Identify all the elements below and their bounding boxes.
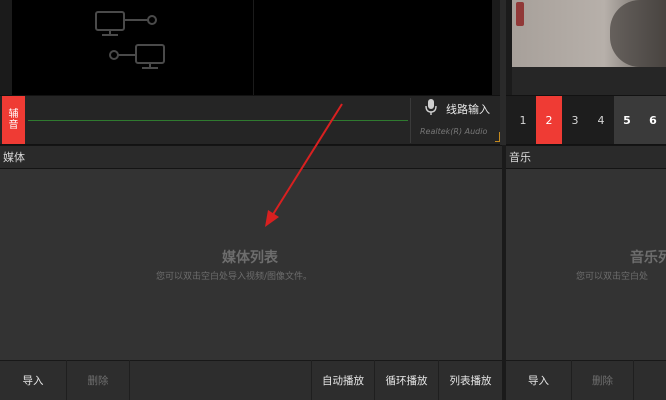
scene-button-1[interactable]: 1 bbox=[510, 96, 536, 144]
scene-button-2[interactable]: 2 bbox=[536, 96, 562, 144]
music-panel-header: 音乐 bbox=[506, 145, 666, 169]
media-empty-title: 媒体列表 bbox=[222, 250, 278, 266]
music-list-area[interactable]: 音乐列 您可以双击空白处 bbox=[506, 169, 666, 360]
media-empty-hint: 您可以双击空白处导入视频/图像文件。 bbox=[156, 272, 313, 282]
music-panel-title: 音乐 bbox=[509, 151, 531, 164]
media-panel-title: 媒体 bbox=[3, 151, 25, 164]
audio-device-label: Realtek(R) Audio bbox=[420, 127, 488, 136]
music-empty-title: 音乐列 bbox=[630, 250, 666, 266]
audio-input-label[interactable]: 线路输入 bbox=[446, 101, 490, 117]
list-play-button[interactable]: 列表播放 bbox=[439, 360, 502, 400]
media-delete-button[interactable]: 删除 bbox=[67, 360, 130, 400]
scene-button-5[interactable]: 5 bbox=[614, 96, 640, 144]
scene-button-6[interactable]: 6 bbox=[640, 96, 666, 144]
music-delete-button[interactable]: 删除 bbox=[572, 360, 634, 400]
audio-divider bbox=[410, 98, 411, 143]
media-panel-header: 媒体 bbox=[0, 145, 502, 169]
loop-play-button[interactable]: 循环播放 bbox=[375, 360, 439, 400]
aux-audio-tab[interactable]: 辅音 bbox=[2, 96, 25, 144]
preview-marker bbox=[516, 2, 524, 26]
network-nodes-icon bbox=[95, 11, 165, 69]
audio-level-meter bbox=[28, 120, 408, 121]
music-empty-hint: 您可以双击空白处 bbox=[576, 272, 649, 282]
media-import-button[interactable]: 导入 bbox=[0, 360, 67, 400]
scene-button-3[interactable]: 3 bbox=[562, 96, 588, 144]
preview-footer bbox=[512, 67, 666, 95]
monitor-pane-right[interactable] bbox=[254, 0, 492, 95]
music-import-button[interactable]: 导入 bbox=[506, 360, 572, 400]
preview-figure bbox=[610, 0, 666, 67]
monitor-pane-left[interactable] bbox=[12, 0, 253, 95]
media-list-area[interactable]: 媒体列表 您可以双击空白处导入视频/图像文件。 bbox=[0, 169, 502, 360]
auto-play-button[interactable]: 自动播放 bbox=[311, 360, 375, 400]
scene-button-4[interactable]: 4 bbox=[588, 96, 614, 144]
audio-corner-marker bbox=[495, 132, 500, 142]
microphone-icon[interactable] bbox=[424, 98, 438, 116]
